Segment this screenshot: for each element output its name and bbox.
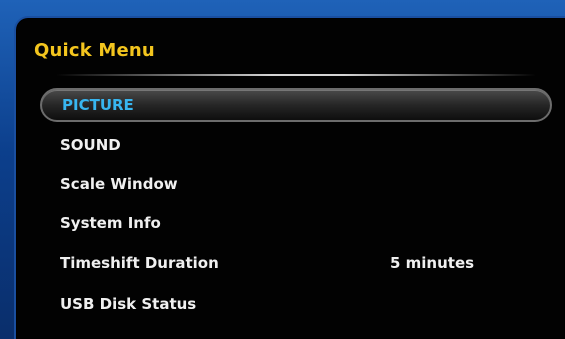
menu-item-label: SOUND (60, 136, 121, 154)
menu-item-value: 5 minutes (390, 254, 475, 272)
menu-item-label: USB Disk Status (60, 295, 197, 313)
menu-item-sound[interactable]: SOUND (40, 128, 552, 162)
menu-item-timeshift-duration[interactable]: Timeshift Duration 5 minutes (40, 246, 552, 280)
screen-frame: Quick Menu PICTURE SOUND Scale Window Sy… (0, 0, 565, 339)
menu-item-system-info[interactable]: System Info (40, 206, 552, 240)
menu-item-label: Scale Window (60, 175, 178, 193)
menu-item-usb-disk-status[interactable]: USB Disk Status (40, 287, 552, 321)
menu-title: Quick Menu (34, 40, 155, 61)
menu-item-label: Timeshift Duration (60, 254, 219, 272)
menu-item-scale-window[interactable]: Scale Window (40, 167, 552, 201)
quick-menu-panel: Quick Menu PICTURE SOUND Scale Window Sy… (14, 16, 565, 339)
title-divider (56, 74, 536, 76)
menu-item-label: PICTURE (62, 96, 134, 114)
menu-item-label: System Info (60, 214, 161, 232)
menu-item-picture[interactable]: PICTURE (40, 88, 552, 122)
